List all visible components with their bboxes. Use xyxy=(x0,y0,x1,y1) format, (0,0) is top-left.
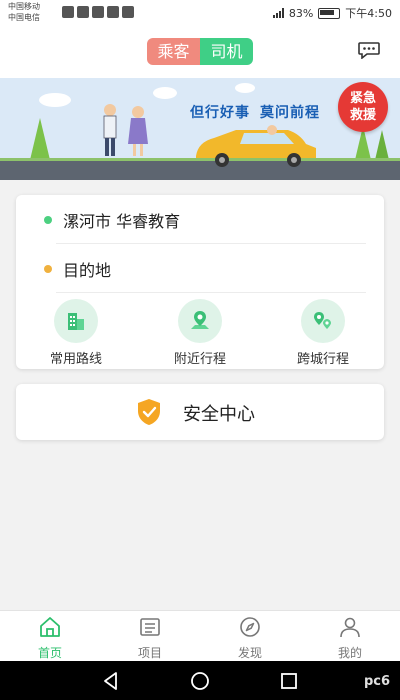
divider xyxy=(56,292,366,293)
safety-center-label: 安全中心 xyxy=(183,404,255,425)
home-circle-icon[interactable] xyxy=(189,670,211,692)
notification-icon xyxy=(77,6,89,18)
tab-label: 发现 xyxy=(237,646,262,660)
home-icon xyxy=(40,617,60,637)
safety-center-card[interactable]: 安全中心 xyxy=(16,384,384,440)
bottom-tab-bar: 首页 项目 发现 我的 xyxy=(0,610,400,661)
battery-icon xyxy=(318,7,341,19)
signal-icon xyxy=(272,8,284,18)
role-switch: 乘客 司机 xyxy=(147,38,253,65)
quick-action-intercity-trips[interactable]: 跨城行程 xyxy=(268,299,378,367)
recent-apps-icon[interactable] xyxy=(278,670,300,692)
trip-card: 漯河市 华睿教育 目的地 常用路线 附近行程 跨城行程 xyxy=(16,195,384,369)
clock: 下午4:50 xyxy=(345,7,392,20)
tab-label: 我的 xyxy=(337,646,362,660)
status-right: 83% 下午4:50 xyxy=(272,5,392,21)
notification-icons xyxy=(62,6,134,18)
tab-discover[interactable]: 发现 xyxy=(200,611,300,661)
slogan-part-2: 莫问前程 xyxy=(260,105,320,121)
emergency-button[interactable]: 紧急 救援 xyxy=(338,82,388,132)
map-pin-icon xyxy=(191,311,209,329)
tab-profile[interactable]: 我的 xyxy=(300,611,400,661)
origin-row[interactable]: 漯河市 华睿教育 xyxy=(16,195,384,243)
battery-percent: 83% xyxy=(288,6,314,20)
tab-driver[interactable]: 司机 xyxy=(200,38,253,65)
quick-action-common-routes[interactable]: 常用路线 xyxy=(21,299,131,367)
route-icon xyxy=(314,312,331,329)
quick-action-label: 跨城行程 xyxy=(296,352,349,367)
quick-action-nearby-trips[interactable]: 附近行程 xyxy=(145,299,255,367)
notification-icon xyxy=(122,6,134,18)
origin-text: 漯河市 华睿教育 xyxy=(63,212,181,231)
app-header: 乘客 司机 xyxy=(0,26,400,78)
promo-banner[interactable]: 但行好事 莫问前程 紧急 救援 xyxy=(0,78,400,180)
emergency-label-1: 紧急 xyxy=(349,91,376,106)
tab-projects[interactable]: 项目 xyxy=(100,611,200,661)
compass-icon xyxy=(240,617,260,637)
carrier-1: 中国移动 xyxy=(8,2,40,11)
notification-icon xyxy=(107,6,119,18)
tab-label: 首页 xyxy=(37,646,62,660)
destination-row[interactable]: 目的地 xyxy=(16,244,384,292)
chat-bubble-icon[interactable] xyxy=(358,42,380,59)
tab-home[interactable]: 首页 xyxy=(0,611,100,661)
quick-action-label: 常用路线 xyxy=(49,352,102,367)
list-icon xyxy=(140,618,160,636)
tab-passenger[interactable]: 乘客 xyxy=(147,38,200,65)
user-icon xyxy=(340,617,360,638)
notification-icon xyxy=(62,6,74,18)
building-icon xyxy=(68,313,84,330)
carrier-info: 中国移动 中国电信 xyxy=(8,1,40,23)
quick-action-label: 附近行程 xyxy=(173,352,226,367)
shield-check-icon xyxy=(138,399,160,425)
destination-text: 目的地 xyxy=(63,261,112,280)
origin-dot-icon xyxy=(44,216,52,224)
banner-slogan: 但行好事 莫问前程 xyxy=(190,102,320,122)
emergency-label-2: 救援 xyxy=(349,108,376,123)
slogan-part-1: 但行好事 xyxy=(190,105,250,121)
back-icon[interactable] xyxy=(100,670,122,692)
watermark: pc6 xyxy=(363,674,390,689)
destination-dot-icon xyxy=(44,265,52,273)
tab-label: 项目 xyxy=(137,646,162,660)
carrier-2: 中国电信 xyxy=(8,13,40,22)
system-nav-bar: pc6 xyxy=(0,661,400,700)
status-bar: 中国移动 中国电信 83% 下午4:50 xyxy=(0,0,400,26)
notification-icon xyxy=(92,6,104,18)
